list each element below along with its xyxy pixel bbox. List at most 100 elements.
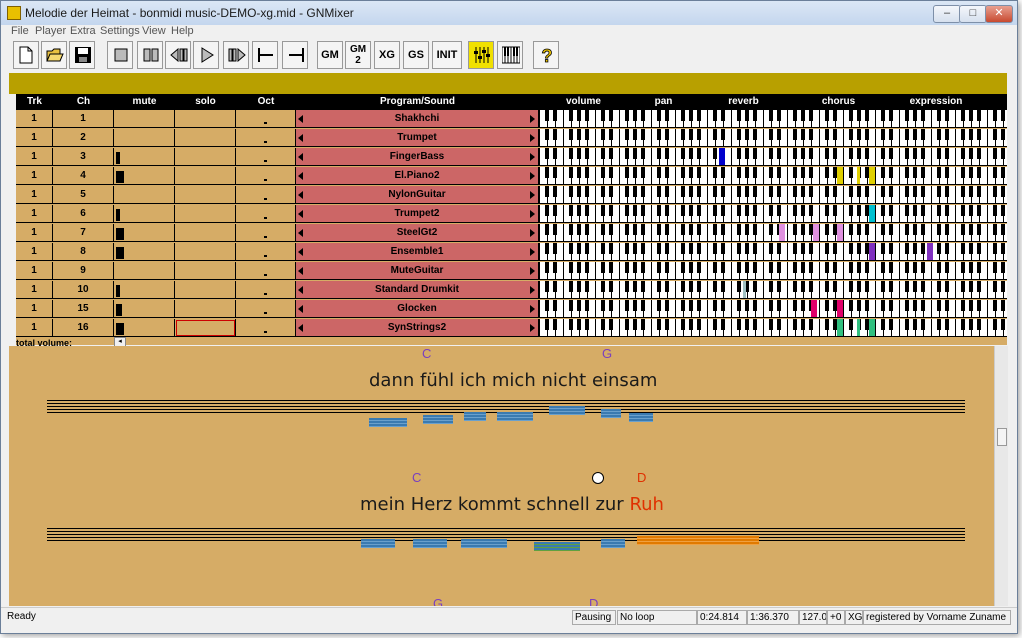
mute-cell[interactable] — [114, 281, 175, 299]
program-selector[interactable]: Glocken — [296, 300, 539, 318]
controller-value-marker[interactable] — [869, 319, 875, 336]
prev-program-icon[interactable] — [298, 191, 303, 199]
gm2-reset-button[interactable]: GM 2 — [345, 41, 371, 69]
help-button[interactable]: ? — [533, 41, 559, 69]
solo-cell[interactable] — [175, 110, 236, 128]
solo-cell[interactable] — [175, 319, 236, 337]
next-program-icon[interactable] — [530, 248, 535, 256]
solo-cell[interactable] — [175, 167, 236, 185]
next-program-icon[interactable] — [530, 286, 535, 294]
controller-value-marker[interactable] — [869, 205, 875, 222]
program-selector[interactable]: Standard Drumkit — [296, 281, 539, 299]
solo-cell[interactable] — [175, 186, 236, 204]
solo-cell[interactable] — [175, 300, 236, 318]
controller-value-marker[interactable] — [857, 319, 860, 336]
controller-value-marker[interactable] — [927, 243, 933, 260]
octave-cell[interactable] — [236, 167, 296, 185]
prev-program-icon[interactable] — [298, 210, 303, 218]
octave-cell[interactable] — [236, 262, 296, 280]
controller-keyboard[interactable] — [539, 205, 1007, 223]
forward-button[interactable] — [223, 41, 249, 69]
octave-cell[interactable] — [236, 243, 296, 261]
prev-program-icon[interactable] — [298, 324, 303, 332]
menu-settings[interactable]: Settings — [100, 25, 140, 37]
mute-cell[interactable] — [114, 319, 175, 337]
octave-cell[interactable] — [236, 300, 296, 318]
solo-cell[interactable] — [175, 205, 236, 223]
program-selector[interactable]: El.Piano2 — [296, 167, 539, 185]
save-button[interactable] — [69, 41, 95, 69]
next-program-icon[interactable] — [530, 267, 535, 275]
mute-cell[interactable] — [114, 300, 175, 318]
close-button[interactable]: ✕ — [985, 5, 1013, 23]
gm-reset-button[interactable]: GM — [317, 41, 343, 69]
controller-value-marker[interactable] — [869, 243, 875, 260]
pause-button[interactable] — [137, 41, 163, 69]
mute-cell[interactable] — [114, 110, 175, 128]
controller-value-marker[interactable] — [813, 224, 819, 241]
program-selector[interactable]: FingerBass — [296, 148, 539, 166]
controller-keyboard[interactable] — [539, 281, 1007, 299]
solo-cell[interactable] — [175, 243, 236, 261]
mute-cell[interactable] — [114, 167, 175, 185]
controller-keyboard[interactable] — [539, 243, 1007, 261]
program-selector[interactable]: NylonGuitar — [296, 186, 539, 204]
controller-keyboard[interactable] — [539, 110, 1007, 128]
controller-value-marker[interactable] — [857, 167, 860, 184]
program-selector[interactable]: SteelGt2 — [296, 224, 539, 242]
next-program-icon[interactable] — [530, 305, 535, 313]
menu-player[interactable]: Player — [35, 25, 66, 37]
program-selector[interactable]: MuteGuitar — [296, 262, 539, 280]
program-selector[interactable]: SynStrings2 — [296, 319, 539, 337]
program-selector[interactable]: Ensemble1 — [296, 243, 539, 261]
mute-cell[interactable] — [114, 224, 175, 242]
next-program-icon[interactable] — [530, 191, 535, 199]
prev-program-icon[interactable] — [298, 153, 303, 161]
loop-end-button[interactable] — [282, 41, 308, 69]
controller-keyboard[interactable] — [539, 129, 1007, 147]
octave-cell[interactable] — [236, 148, 296, 166]
controller-value-marker[interactable] — [837, 167, 843, 184]
octave-cell[interactable] — [236, 319, 296, 337]
octave-cell[interactable] — [236, 281, 296, 299]
loop-start-button[interactable] — [252, 41, 278, 69]
controller-value-marker[interactable] — [743, 281, 746, 298]
program-selector[interactable]: Shakhchi — [296, 110, 539, 128]
mute-cell[interactable] — [114, 186, 175, 204]
controller-value-marker[interactable] — [869, 167, 875, 184]
mute-cell[interactable] — [114, 243, 175, 261]
next-program-icon[interactable] — [530, 134, 535, 142]
gs-reset-button[interactable]: GS — [403, 41, 429, 69]
controller-value-marker[interactable] — [837, 300, 843, 317]
menu-view[interactable]: View — [142, 25, 166, 37]
keyboard-view-button[interactable] — [497, 41, 523, 69]
minimize-button[interactable]: ‒ — [933, 5, 961, 23]
prev-program-icon[interactable] — [298, 229, 303, 237]
octave-cell[interactable] — [236, 110, 296, 128]
prev-program-icon[interactable] — [298, 115, 303, 123]
controller-keyboard[interactable] — [539, 300, 1007, 318]
prev-program-icon[interactable] — [298, 286, 303, 294]
mute-cell[interactable] — [114, 205, 175, 223]
controller-value-marker[interactable] — [837, 319, 843, 336]
controller-keyboard[interactable] — [539, 262, 1007, 280]
stop-button[interactable] — [107, 41, 133, 69]
prev-program-icon[interactable] — [298, 267, 303, 275]
prev-program-icon[interactable] — [298, 305, 303, 313]
octave-cell[interactable] — [236, 129, 296, 147]
menu-extra[interactable]: Extra — [70, 25, 96, 37]
solo-cell[interactable] — [175, 148, 236, 166]
prev-program-icon[interactable] — [298, 172, 303, 180]
mute-cell[interactable] — [114, 129, 175, 147]
controller-value-marker[interactable] — [779, 224, 785, 241]
octave-cell[interactable] — [236, 205, 296, 223]
prev-program-icon[interactable] — [298, 134, 303, 142]
controller-keyboard[interactable] — [539, 319, 1007, 337]
mute-cell[interactable] — [114, 262, 175, 280]
init-button[interactable]: INIT — [432, 41, 462, 69]
controller-keyboard[interactable] — [539, 148, 1007, 166]
controller-keyboard[interactable] — [539, 224, 1007, 242]
open-file-button[interactable] — [41, 41, 67, 69]
solo-cell[interactable] — [175, 129, 236, 147]
octave-cell[interactable] — [236, 186, 296, 204]
